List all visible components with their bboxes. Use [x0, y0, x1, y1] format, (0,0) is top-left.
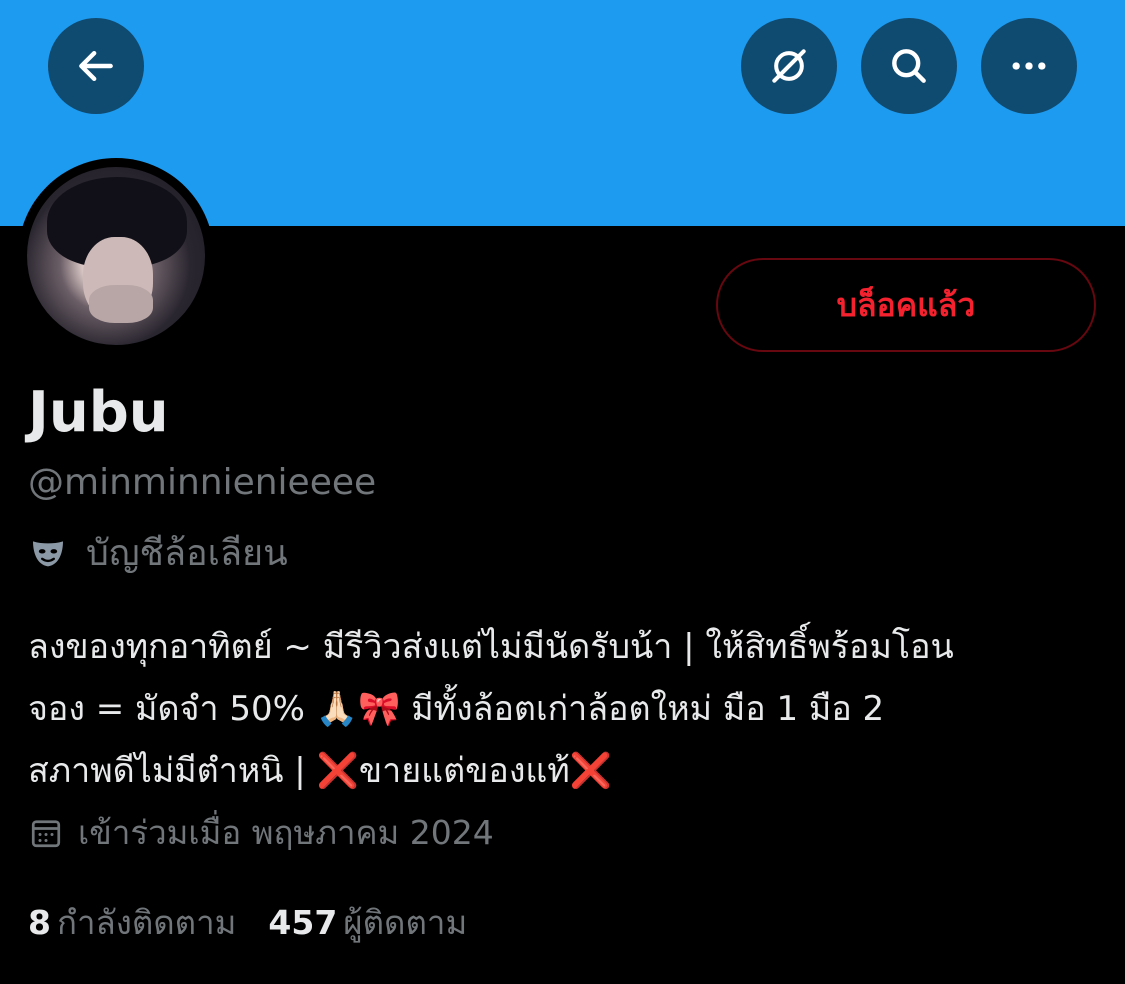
follow-stats: 8 กำลังติดตาม 457 ผู้ติดตาม: [28, 896, 467, 949]
profile-name: Jubu: [28, 380, 169, 445]
grok-button[interactable]: [741, 18, 837, 114]
profile-bio: ลงของทุกอาทิตย์ ~ มีรีวิวส่งแต่ไม่มีนัดร…: [28, 627, 954, 791]
joined-date-row: เข้าร่วมเมื่อ พฤษภาคม 2024: [28, 806, 494, 859]
following-count: 8: [28, 903, 51, 942]
profile-handle: @minminnienieeee: [28, 462, 377, 503]
avatar[interactable]: [27, 167, 205, 345]
more-button[interactable]: [981, 18, 1077, 114]
parody-label: บัญชีล้อเลียน: [86, 533, 288, 574]
following-label: กำลังติดตาม: [56, 903, 237, 942]
arrow-left-icon: [79, 50, 113, 82]
avatar-hand: [89, 285, 153, 323]
followers-label: ผู้ติดตาม: [343, 903, 468, 942]
search-button[interactable]: [861, 18, 957, 114]
following-link[interactable]: 8 กำลังติดตาม: [28, 896, 236, 949]
followers-count: 457: [268, 903, 338, 942]
grok-icon: [772, 49, 806, 83]
search-icon: [892, 49, 926, 83]
parody-label-row: บัญชีล้อเลียน: [28, 524, 288, 581]
calendar-icon: [31, 819, 61, 847]
parody-mask-icon: [33, 540, 63, 566]
joined-date: เข้าร่วมเมื่อ พฤษภาคม 2024: [78, 813, 494, 852]
followers-link[interactable]: 457 ผู้ติดตาม: [268, 896, 467, 949]
blocked-button[interactable]: บล็อคแล้ว: [716, 258, 1096, 352]
avatar-ring[interactable]: [18, 158, 214, 354]
back-button[interactable]: [48, 18, 144, 114]
more-horizontal-icon: [1012, 62, 1046, 70]
blocked-button-label: บล็อคแล้ว: [836, 285, 976, 324]
